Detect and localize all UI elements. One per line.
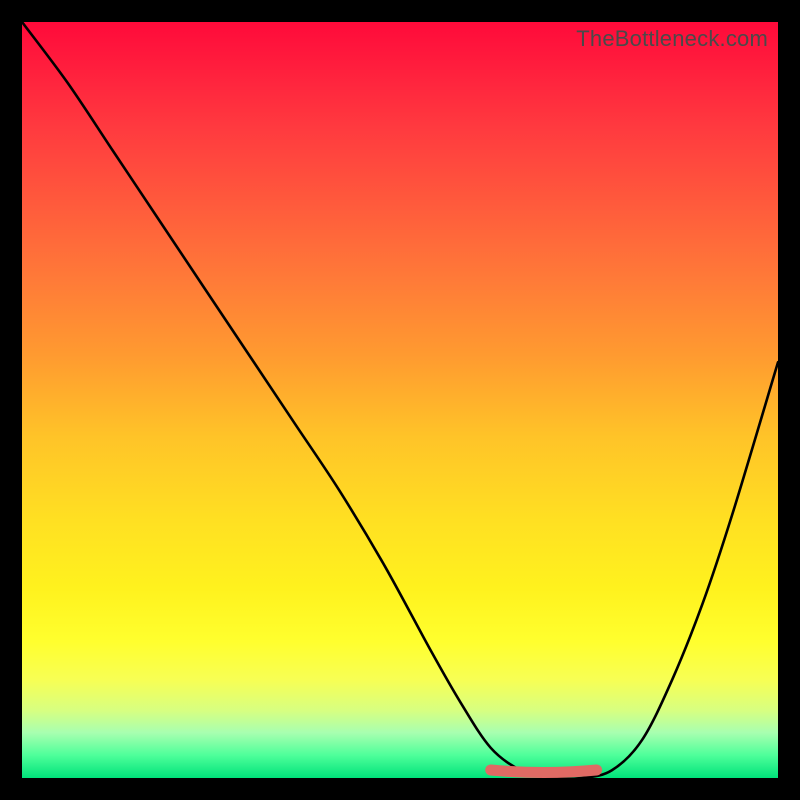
flat-segment-marker (491, 770, 597, 773)
chart-frame: TheBottleneck.com (0, 0, 800, 800)
plot-area: TheBottleneck.com (22, 22, 778, 778)
dip-curve (22, 22, 778, 778)
curve-layer (22, 22, 778, 778)
